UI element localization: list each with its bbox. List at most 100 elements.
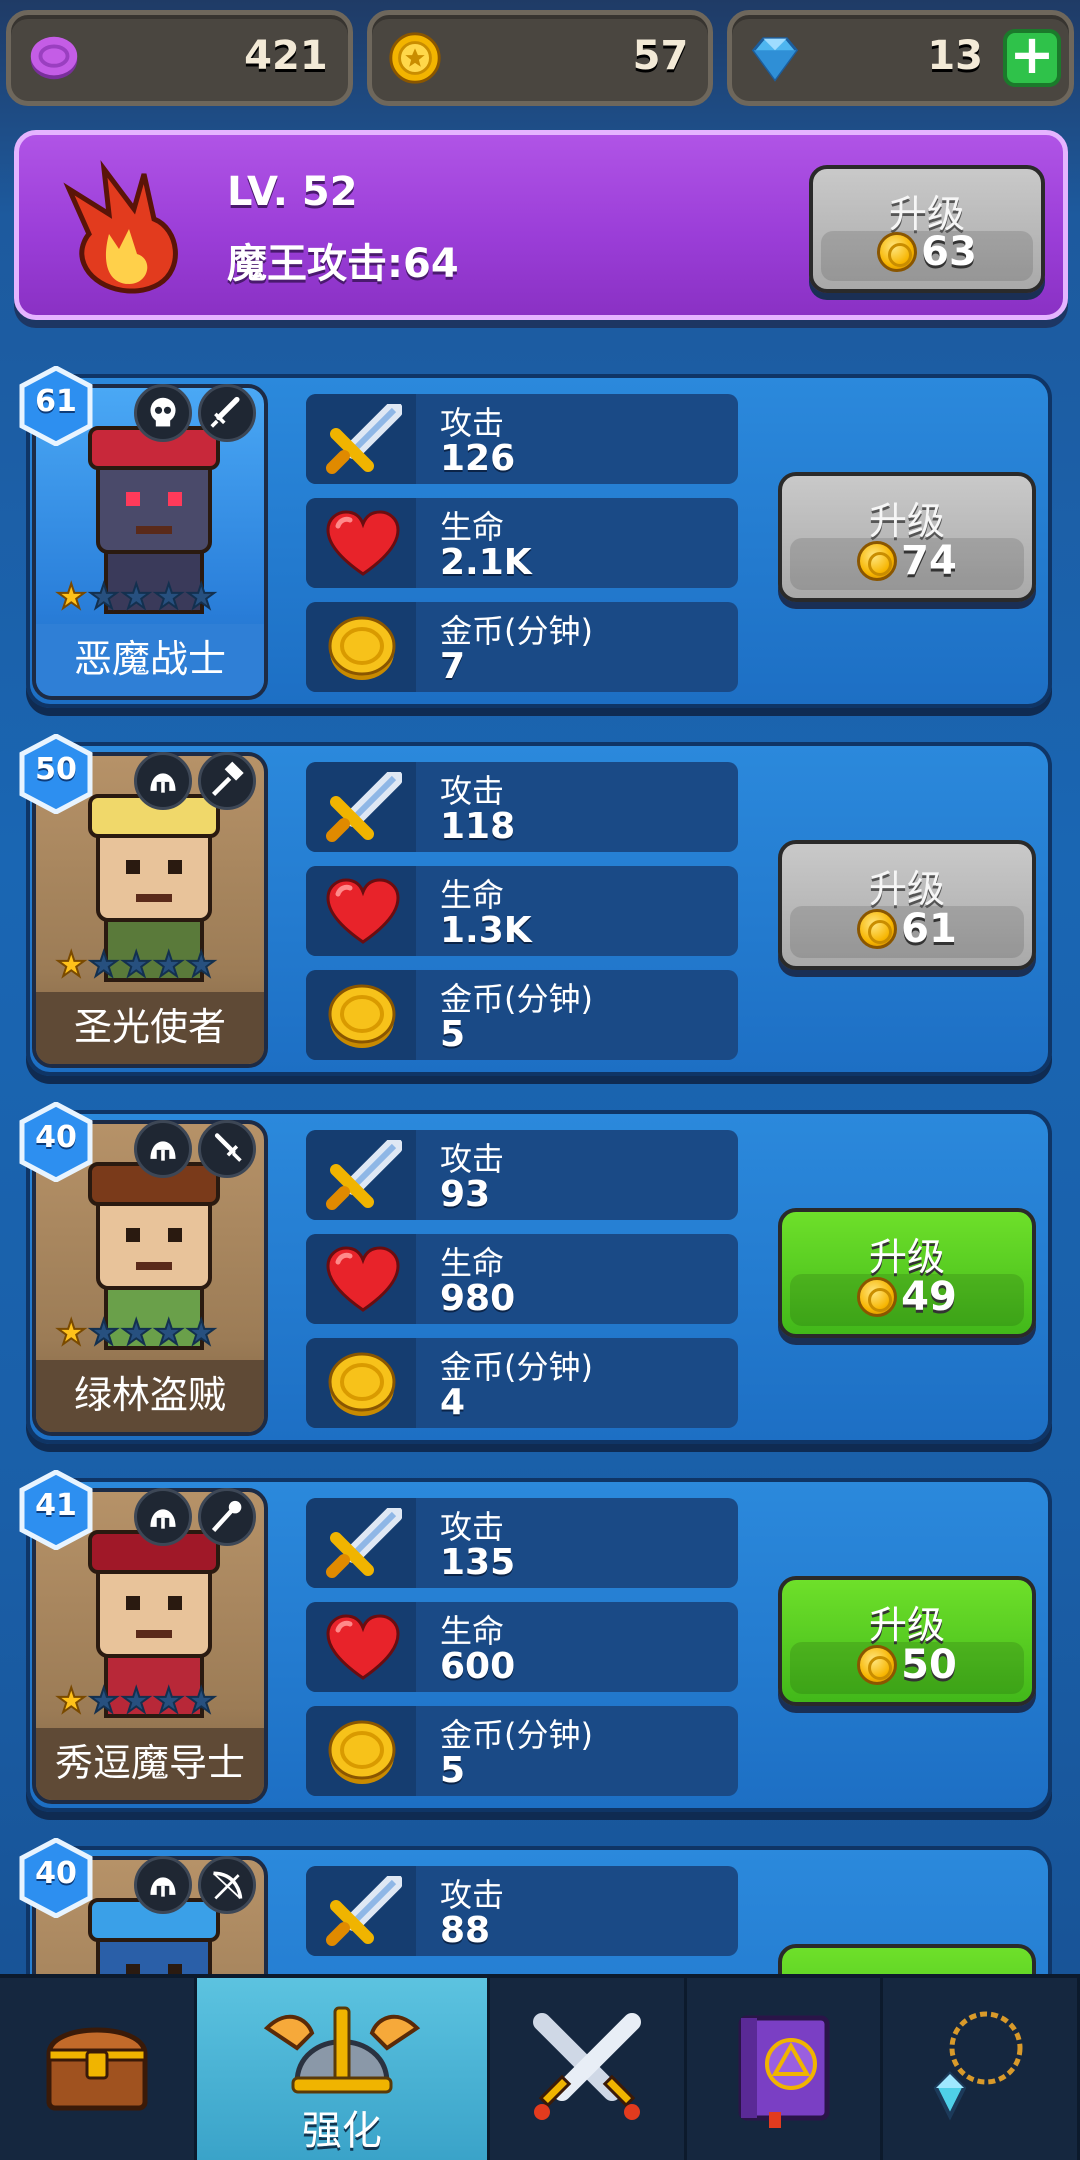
coin-count: 57 <box>632 33 689 79</box>
boss-level: LV. 52 <box>227 169 358 215</box>
upgrade-label: 升级 <box>868 867 945 911</box>
stat-gold: 金币(分钟) 5 <box>306 970 738 1060</box>
hero-stars: ★★★★★ <box>55 945 218 985</box>
hero-level: 40 <box>35 1120 77 1155</box>
hammer-icon <box>198 752 256 810</box>
stat-icon-bg <box>306 866 416 956</box>
purple-gem-icon <box>30 36 78 80</box>
star-empty-icon: ★ <box>152 1313 185 1353</box>
stat-attack: 攻击 88 <box>306 1866 738 1956</box>
hero-card: ★ ★ ★ ★ ★ 绿林盗贼 40 攻击 93 生命 980 金币(分钟) 4 … <box>19 1101 1052 1444</box>
stat-gold: 金币(分钟) 7 <box>306 602 738 692</box>
stat-attack: 攻击 93 <box>306 1130 738 1220</box>
hero-name: 绿林盗贼 <box>36 1360 264 1432</box>
hero-stars: ★★★★★ <box>55 577 218 617</box>
stat-icon-bg <box>306 970 416 1060</box>
gold-coin-icon <box>328 1352 396 1416</box>
cost-value: 74 <box>901 538 957 584</box>
attack-value: 135 <box>440 1542 516 1583</box>
staff-icon <box>198 1488 256 1546</box>
attack-sword-icon <box>326 1876 402 1946</box>
star-empty-icon: ★ <box>87 1313 120 1353</box>
coin-icon <box>877 232 918 272</box>
upgrade-cost: 74 <box>782 538 1032 584</box>
tab-amulet[interactable] <box>883 1978 1080 2160</box>
hero-card: ★ ★ ★ ★ ★ 圣光使者 50 攻击 118 生命 1.3K 金币(分钟) … <box>19 733 1052 1076</box>
attack-sword-icon <box>326 1140 402 1210</box>
star-empty-icon: ★ <box>120 577 153 617</box>
boss-upgrade-button[interactable]: 升级 63 <box>809 165 1045 293</box>
buy-diamonds-button[interactable]: + <box>1003 28 1062 87</box>
hero-name: 秀逗魔导士 <box>36 1728 264 1800</box>
spellbook-icon <box>738 2015 830 2128</box>
hero-name: 恶魔战士 <box>36 624 264 696</box>
dagger-icon <box>198 1120 256 1178</box>
bottom-nav: 强化 <box>0 1974 1080 2160</box>
attack-value: 93 <box>440 1174 491 1215</box>
hero-upgrade-button[interactable]: 升级 50 <box>778 1576 1036 1706</box>
star-empty-icon: ★ <box>185 945 218 985</box>
gold-value: 5 <box>440 1750 466 1791</box>
star-empty-icon: ★ <box>185 577 218 617</box>
gem-count: 421 <box>244 33 328 79</box>
heart-icon <box>326 510 400 576</box>
attack-value: 126 <box>440 438 516 479</box>
upgrade-cost: 61 <box>782 906 1032 952</box>
heart-icon <box>326 878 400 944</box>
cost-value: 50 <box>901 1642 957 1688</box>
coin-counter: 57 <box>366 10 714 106</box>
hero-level: 61 <box>35 384 77 419</box>
coin-icon <box>857 909 898 949</box>
gold-coin-icon <box>328 1720 396 1784</box>
diamond-count: 13 <box>927 33 984 79</box>
stat-icon-bg <box>306 1234 416 1324</box>
helmet-icon <box>134 1120 192 1178</box>
hero-upgrade-button[interactable]: 升级 61 <box>778 840 1036 970</box>
hero-upgrade-button[interactable]: 升级 49 <box>778 1208 1036 1338</box>
star-empty-icon: ★ <box>87 1681 120 1721</box>
winged-helmet-icon <box>263 2006 421 2094</box>
tab-battle[interactable] <box>490 1978 687 2160</box>
bow-icon <box>198 1856 256 1914</box>
gold-value: 7 <box>440 646 466 687</box>
hero-level-badge: 40 <box>18 1101 94 1183</box>
gold-value: 5 <box>440 1014 466 1055</box>
attack-sword-icon <box>326 772 402 842</box>
amulet-icon <box>933 2011 1023 2121</box>
star-empty-icon: ★ <box>152 945 185 985</box>
coin-icon <box>857 541 898 581</box>
stat-hp: 生命 600 <box>306 1602 738 1692</box>
tab-upgrade[interactable]: 强化 <box>196 1978 491 2160</box>
coin-icon <box>389 32 441 84</box>
cost-value: 61 <box>901 906 957 952</box>
hero-card: ★ ★ ★ ★ ★ 恶魔战士 61 攻击 126 生命 2.1K 金币(分钟) … <box>19 365 1052 708</box>
hero-stars: ★★★★★ <box>55 1313 217 1353</box>
hero-upgrade-button[interactable]: 升级 74 <box>778 472 1036 602</box>
hp-value: 600 <box>440 1646 516 1687</box>
sword-icon <box>198 384 256 442</box>
upgrade-cost: 63 <box>813 229 1041 275</box>
stat-attack: 攻击 135 <box>306 1498 738 1588</box>
hero-level: 50 <box>35 752 77 787</box>
gold-value: 4 <box>440 1382 466 1423</box>
hero-level-badge: 40 <box>18 1837 94 1919</box>
stat-icon-bg <box>306 1866 416 1956</box>
diamond-icon <box>752 37 799 82</box>
hp-value: 2.1K <box>440 542 532 583</box>
attack-value: 88 <box>440 1910 491 1951</box>
heart-icon <box>326 1614 400 1680</box>
helmet-icon <box>134 1856 192 1914</box>
gold-coin-icon <box>328 984 396 1048</box>
stat-gold: 金币(分钟) 4 <box>306 1338 738 1428</box>
tab-chest[interactable] <box>0 1978 197 2160</box>
stat-attack: 攻击 118 <box>306 762 738 852</box>
hero-level: 41 <box>35 1488 77 1523</box>
stat-hp: 生命 980 <box>306 1234 738 1324</box>
stat-icon-bg <box>306 498 416 588</box>
tab-spellbook[interactable] <box>687 1978 884 2160</box>
star-empty-icon: ★ <box>87 945 120 985</box>
stat-hp: 生命 1.3K <box>306 866 738 956</box>
cost-value: 63 <box>921 229 977 275</box>
upgrade-label: 升级 <box>868 1603 945 1647</box>
helmet-icon <box>134 1488 192 1546</box>
